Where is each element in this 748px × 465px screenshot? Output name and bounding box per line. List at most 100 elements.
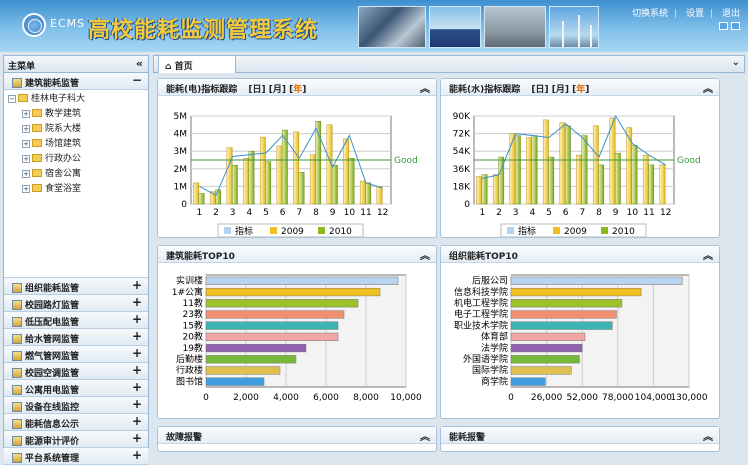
collapse-panel-icon[interactable]: ︽ [703,80,713,95]
tabs-menu-icon[interactable]: ⌄ [732,57,740,68]
logout-link[interactable]: 退出 [722,9,740,19]
y-tick-label: 行政楼 [176,364,203,376]
period-selector: [日] [月] [年] [531,85,590,95]
sidebar-section-building[interactable]: 建筑能耗监管 − [4,73,148,90]
x-tick-label: 52,000 [566,393,598,403]
expand-icon[interactable]: + [132,329,142,343]
bar-2010 [248,150,255,205]
tree-item[interactable]: + 场馆建筑 [8,137,148,152]
period-month[interactable]: 月 [273,85,282,95]
period-day[interactable]: 日 [253,85,262,95]
bar-2010 [265,161,272,205]
panel-building-top10: 建筑能耗TOP10 ︽ 0 2,000 4,000 6,000 8,000 10,000 实… [157,245,437,419]
switch-system-link[interactable]: 切换系统 [632,9,668,19]
expand-icon[interactable]: + [22,170,30,178]
tab-home[interactable]: ⌂ 首页 [158,55,236,73]
sidebar-title: 主菜单 [8,62,36,72]
x-tick-label: 6,000 [313,393,339,403]
x-tick-label: 4 [246,208,252,218]
expand-icon[interactable]: − [8,95,16,103]
expand-icon[interactable]: + [132,397,142,411]
sidebar-section[interactable]: 平台系统管理 + [4,448,148,465]
folder-icon [32,154,42,162]
expand-icon[interactable]: + [22,185,30,193]
x-tick-label: 7 [579,208,585,218]
sidebar-header: 主菜单 « [4,56,148,73]
y-tick-label: 信息科技学院 [454,286,508,298]
y-tick-label: 1#公寓 [172,286,203,298]
y-tick-label: 机电工程学院 [454,297,508,309]
y-tick-label: 20教 [183,331,203,343]
period-year[interactable]: 年 [576,85,585,95]
collapse-panel-icon[interactable]: ︽ [420,428,430,443]
x-tick-label: 3 [230,208,236,218]
bar-2009 [642,154,649,205]
bar [205,343,307,353]
sidebar-section[interactable]: 能耗信息公示 + [4,414,148,431]
period-year[interactable]: 年 [293,85,302,95]
section-icon [12,385,22,395]
bar-2010 [648,164,655,205]
collapse-panel-icon[interactable]: ︽ [703,247,713,262]
expand-icon[interactable]: + [22,125,30,133]
collapse-panel-icon[interactable]: ︽ [420,247,430,262]
bar-2010 [365,182,372,205]
sidebar-section[interactable]: 能源审计评价 + [4,431,148,448]
expand-icon[interactable]: + [22,155,30,163]
bar-2009 [559,122,566,205]
period-day[interactable]: 日 [536,85,545,95]
reference-label: Good [394,156,418,166]
expand-icon[interactable]: + [132,346,142,360]
expand-icon[interactable]: + [132,431,142,445]
collapse-icon[interactable]: − [132,73,142,87]
home-icon: ⌂ [165,62,172,72]
x-tick-label: 2 [213,208,219,218]
bar-2009 [526,137,533,205]
sidebar-section[interactable]: 给水管网监管 + [4,329,148,346]
sidebar-section[interactable]: 校园空调监管 + [4,363,148,380]
bar-2010 [198,193,205,205]
panel-header: 组织能耗TOP10 ︽ [441,246,719,263]
bar-2009 [226,147,233,205]
section-icon [12,402,22,412]
expand-icon[interactable]: + [132,414,142,428]
collapse-panel-icon[interactable]: ︽ [703,428,713,443]
sidebar-section[interactable]: 公寓用电监管 + [4,380,148,397]
x-tick-label: 12 [377,208,388,218]
legend-label: 指标 [235,225,253,237]
sidebar-section[interactable]: 组织能耗监管 + [4,278,148,295]
restore-icon[interactable] [719,22,728,30]
expand-icon[interactable]: + [132,278,142,292]
expand-icon[interactable]: + [132,363,142,377]
settings-link[interactable]: 设置 [686,9,704,19]
tree-item[interactable]: + 宿舍公寓 [8,167,148,182]
maximize-icon[interactable] [731,22,740,30]
legend-label: 指标 [518,225,536,237]
x-tick-label: 6 [563,208,569,218]
sidebar-section[interactable]: 低压配电监管 + [4,312,148,329]
expand-icon[interactable]: + [132,380,142,394]
collapse-panel-icon[interactable]: ︽ [420,80,430,95]
tree-item[interactable]: + 食堂浴室 [8,182,148,197]
sidebar-section[interactable]: 设备在线监控 + [4,397,148,414]
section-icon [12,436,22,446]
bar [510,287,642,297]
legend-swatch [553,227,560,234]
collapse-sidebar-icon[interactable]: « [136,57,143,70]
sidebar-section[interactable]: 校园路灯监管 + [4,295,148,312]
expand-icon[interactable]: + [132,448,142,462]
expand-icon[interactable]: + [22,110,30,118]
expand-icon[interactable]: + [132,295,142,309]
tree-item[interactable]: + 教学建筑 [8,107,148,122]
sidebar: 主菜单 « 建筑能耗监管 − − 桂林电子科大 + 教学建筑 + 院系大楼 + 场馆建筑 + 行… [3,55,149,465]
bar-2010 [531,135,538,205]
expand-icon[interactable]: + [132,312,142,326]
expand-icon[interactable]: + [22,140,30,148]
tree-root[interactable]: − 桂林电子科大 [8,92,148,107]
y-tick-label: 18K [453,182,471,192]
period-month[interactable]: 月 [556,85,565,95]
tree-item[interactable]: + 行政办公 [8,152,148,167]
sidebar-section[interactable]: 燃气管网监管 + [4,346,148,363]
panel-header: 能耗(电)指标跟踪 [日] [月] [年] ︽ [158,79,436,96]
tree-item[interactable]: + 院系大楼 [8,122,148,137]
